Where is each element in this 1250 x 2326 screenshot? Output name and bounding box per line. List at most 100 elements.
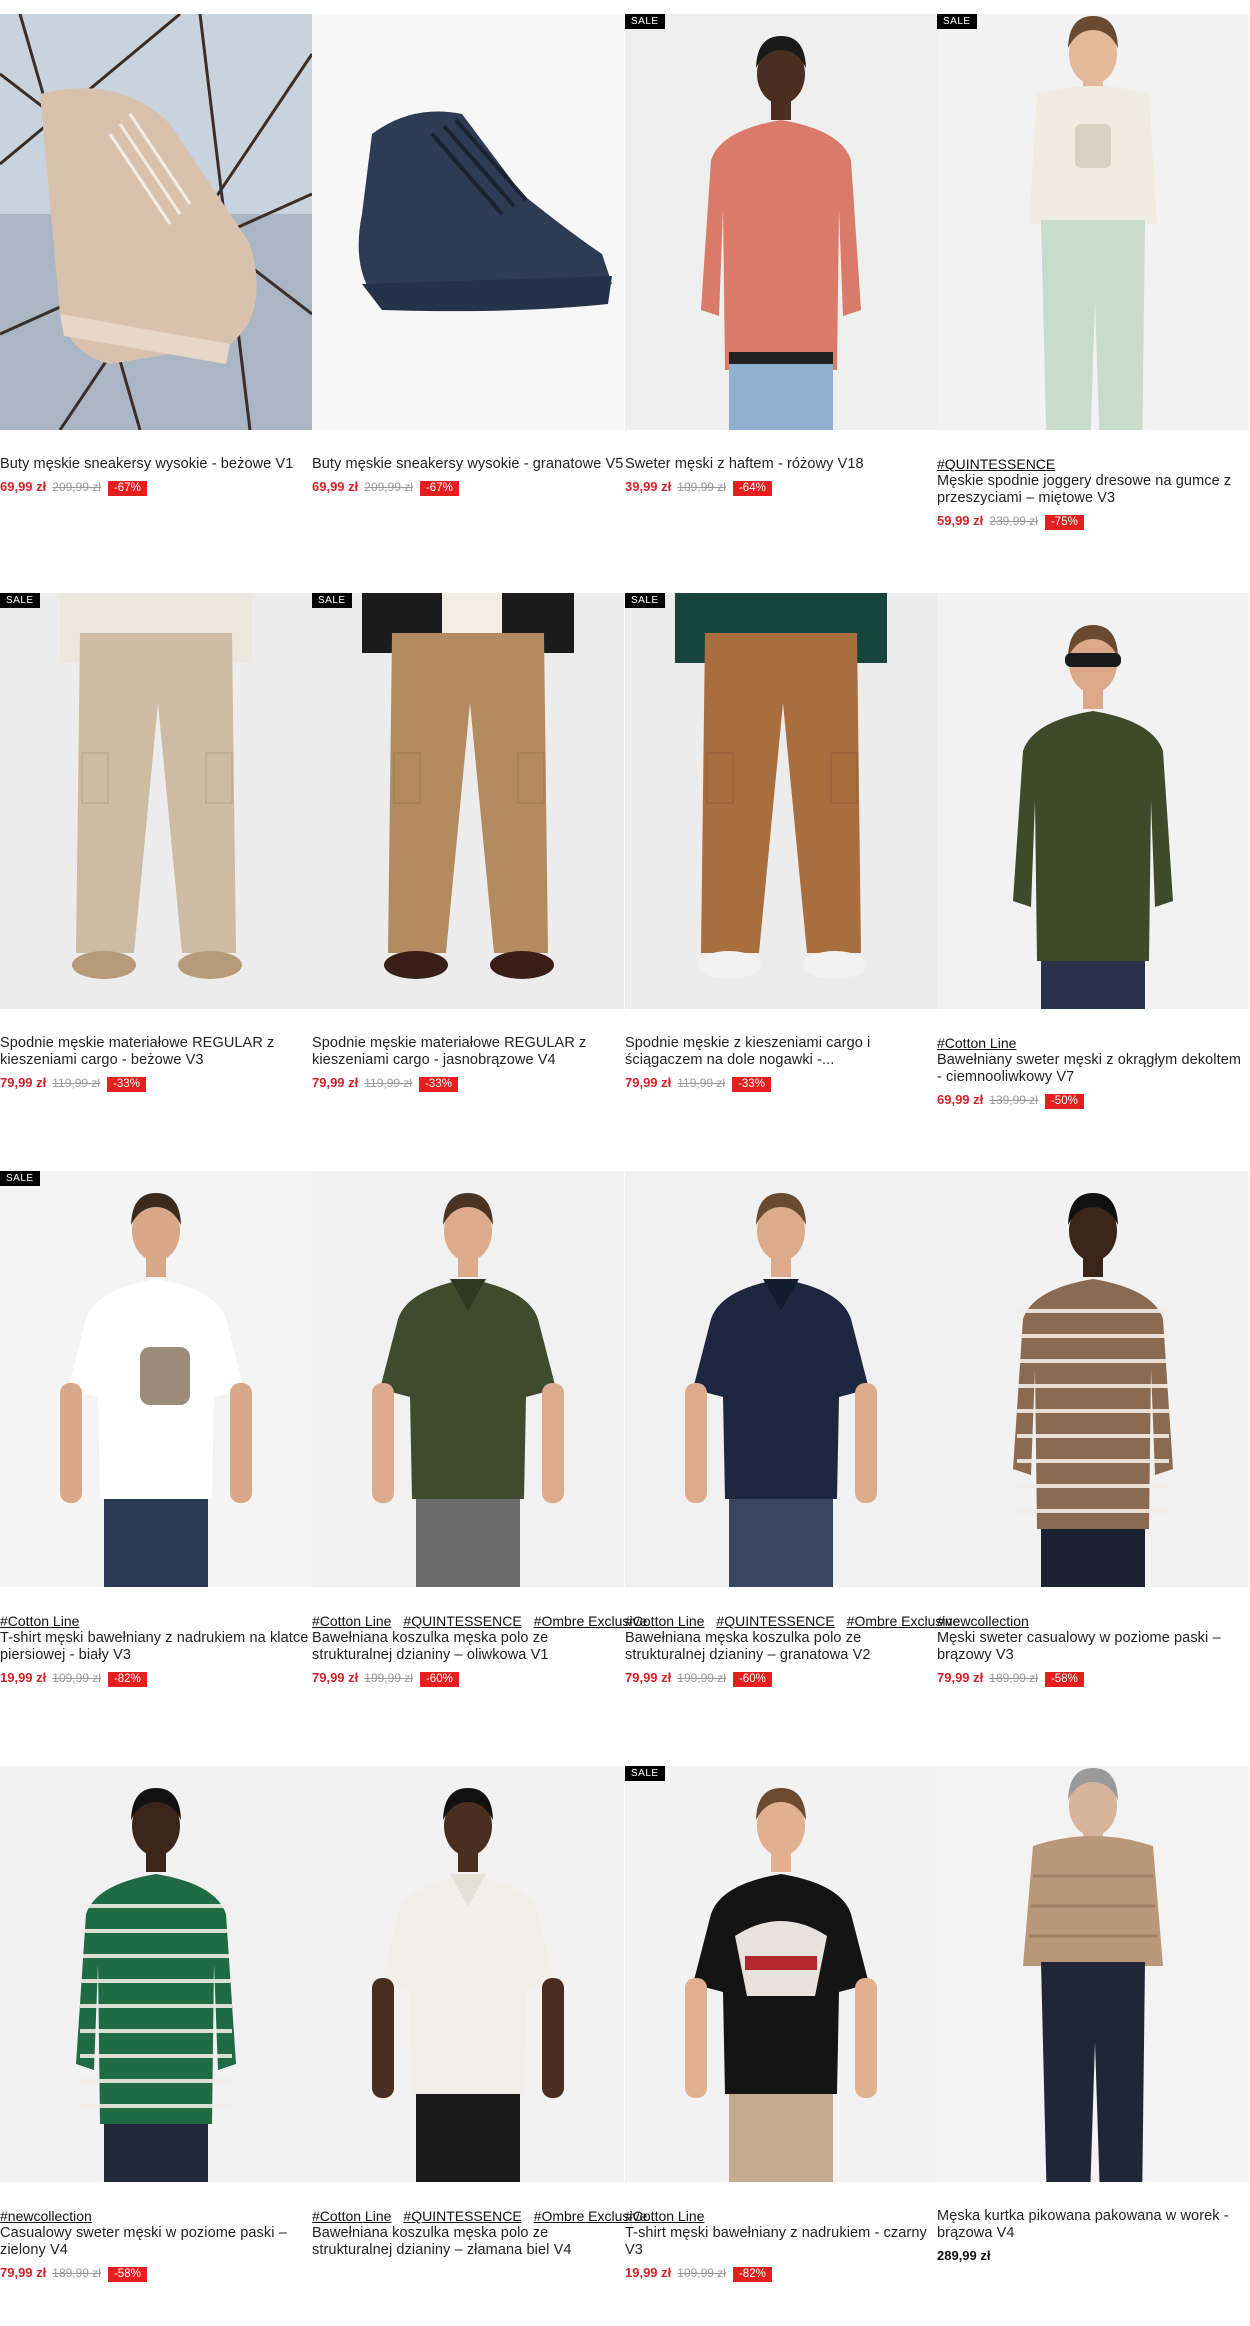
product-card[interactable]: Buty męskie sneakersy wysokie - beżowe V… [0,14,312,574]
product-image[interactable]: SALE [312,593,624,1009]
product-image[interactable]: SALE [937,14,1249,430]
product-card[interactable]: #Cotton Line #QUINTESSENCE #Ombre Exclusiv… [625,1171,960,1731]
product-card[interactable]: SALE #Cotton Line T-shirt męski bawełnian… [0,1171,312,1731]
product-info: #Cotton Line #QUINTESSENCE #Ombre Exclusiv… [312,1613,647,1687]
product-title[interactable]: Buty męskie sneakersy wysokie - beżowe V… [0,456,312,473]
current-price: 79,99 zł [312,1075,359,1090]
product-title[interactable]: Bawełniany sweter męski z okrągłym dekol… [937,1052,1249,1086]
product-info: Buty męskie sneakersy wysokie - beżowe V… [0,456,312,496]
product-card[interactable]: SALE Spodnie męskie materiałowe REGULAR … [0,593,312,1153]
product-title[interactable]: Spodnie męskie materiałowe REGULAR z kie… [0,1035,312,1069]
product-card[interactable]: SALE #QUINTESSENCE Męskie spodnie joggery… [937,14,1249,574]
discount-badge: -60% [419,1672,459,1687]
current-price: 69,99 zł [0,479,47,494]
product-card[interactable]: #Cotton Line #QUINTESSENCE #Ombre Exclusiv… [312,1766,647,2326]
product-photo [0,593,312,1009]
old-price: 109,99 zł [677,480,726,494]
product-card[interactable]: Męska kurtka pikowana pakowana w worek -… [937,1766,1249,2326]
product-title[interactable]: Bawełniana koszulka męska polo ze strukt… [312,1630,624,1664]
product-title[interactable]: Bawełniana męska koszulka polo ze strukt… [625,1630,937,1664]
product-info: Spodnie męskie materiałowe REGULAR z kie… [312,1035,624,1092]
old-price: 109,99 zł [52,1671,101,1685]
product-card[interactable]: SALE Sweter męski z haftem - różowy V18 … [625,14,937,574]
collection-tag-link[interactable]: #newcollection [0,2208,92,2224]
product-image[interactable] [312,14,624,430]
product-title[interactable]: T-shirt męski bawełniany z nadrukiem - c… [625,2225,937,2259]
discount-badge: -67% [107,481,147,496]
product-title[interactable]: Buty męskie sneakersy wysokie - granatow… [312,456,624,473]
product-image[interactable] [937,1766,1249,2182]
product-photo [312,14,624,430]
product-image[interactable] [312,1171,624,1587]
product-image[interactable] [937,1171,1249,1587]
old-price: 119,99 zł [677,1076,726,1090]
product-image[interactable]: SALE [625,593,937,1009]
collection-tag-link[interactable]: #Cotton Line [312,2208,391,2224]
product-image[interactable]: SALE [625,14,937,430]
sale-badge: SALE [625,593,665,608]
price-line: 79,99 zł 189,99 zł -58% [937,1670,1249,1687]
product-card[interactable]: Buty męskie sneakersy wysokie - granatow… [312,14,624,574]
product-title[interactable]: T-shirt męski bawełniany z nadrukiem na … [0,1630,312,1664]
current-price: 289,99 zł [937,2248,991,2263]
product-image[interactable] [937,593,1249,1009]
collection-tag-link[interactable]: #QUINTESSENCE [937,456,1055,472]
product-info: Męska kurtka pikowana pakowana w worek -… [937,2208,1249,2264]
product-title[interactable]: Męskie spodnie joggery dresowe na gumce … [937,473,1249,507]
product-title[interactable]: Bawełniana koszulka męska polo ze strukt… [312,2225,624,2259]
old-price: 119,99 zł [364,1076,413,1090]
product-title[interactable]: Spodnie męskie z kieszeniami cargo i ści… [625,1035,937,1069]
collection-tag-link[interactable]: #Cotton Line [312,1613,391,1629]
product-info: #QUINTESSENCE Męskie spodnie joggery dres… [937,456,1249,530]
old-price: 209,99 zł [364,480,413,494]
product-info: Sweter męski z haftem - różowy V18 39,99… [625,456,937,496]
product-title[interactable]: Sweter męski z haftem - różowy V18 [625,456,937,473]
collection-tag-link[interactable]: #Cotton Line [0,1613,79,1629]
product-image[interactable]: SALE [625,1766,937,2182]
discount-badge: -75% [1044,515,1084,530]
product-title[interactable]: Męska kurtka pikowana pakowana w worek -… [937,2208,1249,2242]
product-title[interactable]: Casualowy sweter męski w poziome paski –… [0,2225,312,2259]
collection-tag-link[interactable]: #QUINTESSENCE [403,1613,521,1629]
product-image[interactable] [0,14,312,430]
collection-tag-link[interactable]: #Cotton Line [937,1035,1016,1051]
product-image[interactable] [625,1171,937,1587]
price-line: 79,99 zł 119,99 zł -33% [312,1075,624,1092]
product-tags: #Cotton Line #QUINTESSENCE #Ombre Exclusiv… [312,2208,647,2225]
product-card[interactable]: #newcollection Casualowy sweter męski w p… [0,1766,312,2326]
collection-tag-link[interactable]: #newcollection [937,1613,1029,1629]
product-image[interactable]: SALE [0,593,312,1009]
product-card[interactable]: SALE #Cotton Line T-shirt męski bawełnian… [625,1766,937,2326]
price-line: 79,99 zł 119,99 zł -33% [625,1075,937,1092]
product-card[interactable]: #Cotton Line #QUINTESSENCE #Ombre Exclusiv… [312,1171,647,1731]
current-price: 19,99 zł [0,1670,47,1685]
old-price: 189,99 zł [52,2266,101,2280]
product-image[interactable] [0,1766,312,2182]
product-card[interactable]: SALE Spodnie męskie z kieszeniami cargo … [625,593,937,1153]
collection-tag-link[interactable]: #QUINTESSENCE [716,1613,834,1629]
collection-tag-link[interactable]: #QUINTESSENCE [403,2208,521,2224]
product-card[interactable]: SALE Spodnie męskie materiałowe REGULAR … [312,593,624,1153]
price-line: 69,99 zł 209,99 zł -67% [0,479,312,496]
product-row: #newcollection Casualowy sweter męski w p… [0,1766,1250,2326]
discount-badge: -58% [1044,1672,1084,1687]
product-image[interactable] [312,1766,624,2182]
sale-badge: SALE [0,1171,40,1186]
current-price: 79,99 zł [625,1670,672,1685]
product-title[interactable]: Spodnie męskie materiałowe REGULAR z kie… [312,1035,624,1069]
discount-badge: -82% [732,2267,772,2282]
current-price: 69,99 zł [312,479,359,494]
collection-tag-link[interactable]: #Cotton Line [625,2208,704,2224]
price-line: 79,99 zł 199,99 zł -60% [312,1670,624,1687]
product-card[interactable]: #Cotton Line Bawełniany sweter męski z ok… [937,593,1249,1153]
product-photo [937,14,1249,430]
old-price: 109,99 zł [677,2266,726,2280]
product-card[interactable]: #newcollection Męski sweter casualowy w p… [937,1171,1249,1731]
sale-badge: SALE [625,14,665,29]
collection-tag-link[interactable]: #Cotton Line [625,1613,704,1629]
product-image[interactable]: SALE [0,1171,312,1587]
product-title[interactable]: Męski sweter casualowy w poziome paski –… [937,1630,1249,1664]
product-photo [625,14,937,430]
old-price: 239,99 zł [989,514,1038,528]
old-price: 199,99 zł [677,1671,726,1685]
